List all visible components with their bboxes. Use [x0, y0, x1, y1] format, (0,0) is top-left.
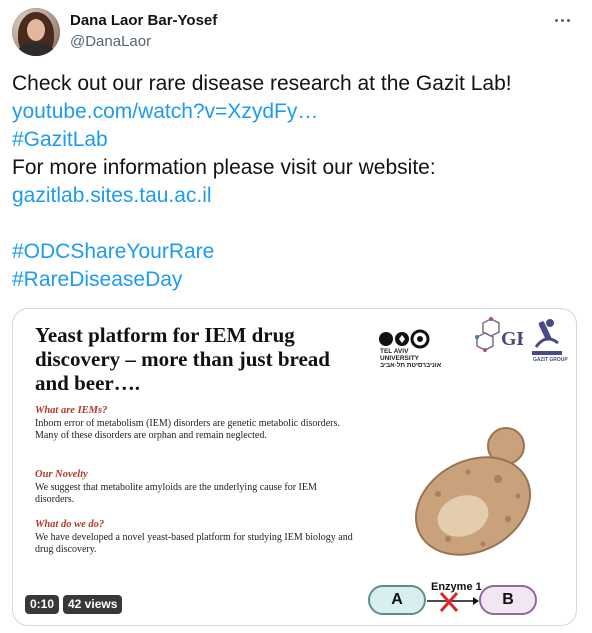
svg-text:GB: GB [501, 328, 523, 350]
video-views-badge: 42 views [63, 595, 123, 614]
yeast-cell-illustration [414, 427, 532, 556]
slide-title: Yeast platform for IEM drug discovery – … [35, 323, 330, 395]
section-body-what-do-we-do: We have developed a novel yeast-based pl… [35, 532, 353, 555]
tweet-text: Check out our rare disease research at t… [12, 70, 582, 294]
section-body-our-novelty: We suggest that metabolite amyloids are … [35, 482, 317, 505]
youtube-link[interactable]: youtube.com/watch?v=XzydFy… [12, 98, 582, 126]
video-duration-badge: 0:10 [25, 595, 60, 614]
hashtag-gazitlab[interactable]: #GazitLab [12, 126, 582, 154]
hashtag-rarediseaseday[interactable]: #RareDiseaseDay [12, 266, 582, 294]
section-heading-our-novelty: Our Novelty [35, 469, 88, 480]
author-display-name[interactable]: Dana Laor Bar-Yosef [70, 12, 217, 29]
hexagon-molecule-logo-icon: GB [475, 317, 523, 352]
tau-logo-text: TEL AVIV UNIVERSITY אוניברסיטת תל-אביב [380, 348, 442, 369]
video-player[interactable]: Yeast platform for IEM drug discovery – … [12, 308, 577, 626]
tweet-text-line: Check out our rare disease research at t… [12, 72, 512, 95]
section-heading-what-are-iems: What are IEMs? [35, 405, 108, 416]
metabolite-a-node: A [368, 585, 426, 615]
author-handle[interactable]: @DanaLaor [70, 33, 151, 50]
section-body-what-are-iems: Inborn error of metabolism (IEM) disorde… [35, 418, 340, 441]
website-link[interactable]: gazitlab.sites.tau.ac.il [12, 182, 582, 210]
tweet-text-line: For more information please visit our we… [12, 156, 436, 179]
microscope-logo-icon: GAZIT GROUP [532, 319, 568, 363]
svg-text:GAZIT GROUP: GAZIT GROUP [533, 357, 568, 363]
more-options-icon[interactable] [550, 10, 574, 30]
hashtag-odcshareyourrare[interactable]: #ODCShareYourRare [12, 238, 582, 266]
section-heading-what-do-we-do: What do we do? [35, 519, 105, 530]
slide-logos: TEL AVIV UNIVERSITY אוניברסיטת תל-אביב G… [378, 317, 568, 369]
avatar[interactable] [12, 8, 60, 56]
metabolite-b-node: B [479, 585, 537, 615]
blocked-arrow-icon [427, 592, 479, 612]
